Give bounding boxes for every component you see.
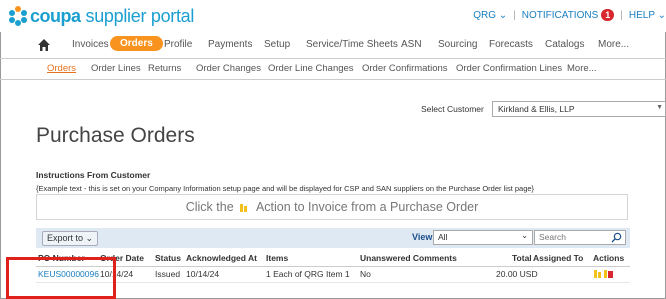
notifications-link[interactable]: NOTIFICATIONS 1 bbox=[522, 9, 615, 21]
create-invoice-icon[interactable] bbox=[594, 270, 601, 278]
col-status[interactable]: Status bbox=[155, 253, 181, 263]
subnav-more[interactable]: More... bbox=[567, 63, 597, 74]
coupa-logo[interactable]: coupa supplier portal bbox=[8, 6, 194, 26]
nav-payments[interactable]: Payments bbox=[208, 39, 252, 50]
top-right-links: QRG ⌄ | NOTIFICATIONS 1 | HELP ⌄ bbox=[473, 9, 666, 21]
help-link[interactable]: HELP ⌄ bbox=[629, 10, 666, 21]
table-row: KEUS00000096 10/14/24 Issued 10/14/24 1 … bbox=[36, 266, 630, 283]
search-input[interactable]: Search bbox=[534, 230, 626, 245]
chevron-down-icon: ▼ bbox=[656, 104, 663, 111]
invoice-coins-icon bbox=[240, 204, 248, 212]
nav-setup[interactable]: Setup bbox=[264, 39, 290, 50]
view-select[interactable]: All ⌄ bbox=[433, 230, 533, 245]
nav-orders[interactable]: Orders bbox=[110, 36, 163, 51]
chevron-down-icon: ⌄ bbox=[498, 9, 508, 21]
col-acknowledged-at[interactable]: Acknowledged At bbox=[186, 253, 257, 263]
highlight-box bbox=[6, 257, 116, 299]
subnav-returns[interactable]: Returns bbox=[148, 63, 181, 74]
chevron-down-icon: ⌄ bbox=[85, 233, 94, 243]
invoice-callout: Click the Action to Invoice from a Purch… bbox=[36, 194, 628, 220]
chevron-down-icon: ⌄ bbox=[521, 231, 528, 240]
subnav-order-confirmation-lines[interactable]: Order Confirmation Lines bbox=[456, 63, 562, 74]
flip-to-credit-icon[interactable] bbox=[604, 270, 613, 278]
cell-total: 20.00 USD bbox=[496, 269, 538, 279]
notification-badge: 1 bbox=[601, 9, 615, 21]
nav-profile[interactable]: Profile bbox=[164, 39, 192, 50]
nav-invoices[interactable]: Invoices bbox=[72, 39, 109, 50]
search-icon[interactable] bbox=[611, 232, 622, 243]
view-label: View bbox=[412, 232, 433, 242]
nav-service-time-sheets[interactable]: Service/Time Sheets bbox=[306, 39, 398, 50]
subnav-order-lines[interactable]: Order Lines bbox=[91, 63, 141, 74]
table-header: PO Number Order Date Status Acknowledged… bbox=[36, 250, 630, 267]
nav-forecasts[interactable]: Forecasts bbox=[489, 39, 533, 50]
logo-word: coupa bbox=[30, 5, 81, 26]
cell-acknowledged-at: 10/14/24 bbox=[186, 269, 220, 279]
col-assigned-to[interactable]: Assigned To bbox=[533, 253, 583, 263]
cell-status: Issued bbox=[155, 269, 181, 279]
col-items[interactable]: Items bbox=[266, 253, 288, 263]
subnav-orders[interactable]: Orders bbox=[47, 63, 76, 74]
logo-mark-icon bbox=[8, 6, 28, 26]
col-unanswered-comments[interactable]: Unanswered Comments bbox=[360, 253, 457, 263]
nav-catalogs[interactable]: Catalogs bbox=[545, 39, 584, 50]
page-title: Purchase Orders bbox=[36, 124, 195, 147]
primary-nav: Invoices Orders Profile Payments Setup S… bbox=[0, 34, 666, 59]
col-actions: Actions bbox=[593, 253, 625, 263]
logo-subtitle: supplier portal bbox=[85, 5, 195, 26]
subnav-order-changes[interactable]: Order Changes bbox=[196, 63, 261, 74]
row-actions bbox=[593, 268, 615, 281]
nav-more[interactable]: More... bbox=[598, 39, 629, 50]
divider: | bbox=[513, 9, 516, 21]
top-bar: coupa supplier portal QRG ⌄ | NOTIFICATI… bbox=[0, 0, 666, 32]
home-icon[interactable] bbox=[37, 38, 51, 52]
instructions-heading: Instructions From Customer bbox=[36, 170, 151, 180]
cell-items: 1 Each of QRG Item 1 bbox=[266, 269, 350, 279]
chevron-down-icon: ⌄ bbox=[657, 9, 666, 21]
customer-select[interactable]: Kirkland & Ellis, LLP ▼ bbox=[492, 101, 666, 117]
nav-sourcing[interactable]: Sourcing bbox=[438, 39, 477, 50]
table-toolbar: Export to ⌄ View All ⌄ Search bbox=[36, 228, 630, 248]
subnav-order-confirmations[interactable]: Order Confirmations bbox=[362, 63, 448, 74]
col-total[interactable]: Total bbox=[512, 253, 532, 263]
cell-unanswered-comments: No bbox=[360, 269, 371, 279]
nav-asn[interactable]: ASN bbox=[401, 39, 422, 50]
instructions-text: {Example text - this is set on your Comp… bbox=[36, 184, 535, 193]
secondary-nav: Orders Order Lines Returns Order Changes… bbox=[0, 59, 666, 80]
select-customer-label: Select Customer bbox=[421, 104, 484, 114]
subnav-order-line-changes[interactable]: Order Line Changes bbox=[268, 63, 354, 74]
divider: | bbox=[620, 9, 623, 21]
user-menu[interactable]: QRG ⌄ bbox=[473, 10, 507, 21]
export-button[interactable]: Export to ⌄ bbox=[42, 231, 99, 246]
